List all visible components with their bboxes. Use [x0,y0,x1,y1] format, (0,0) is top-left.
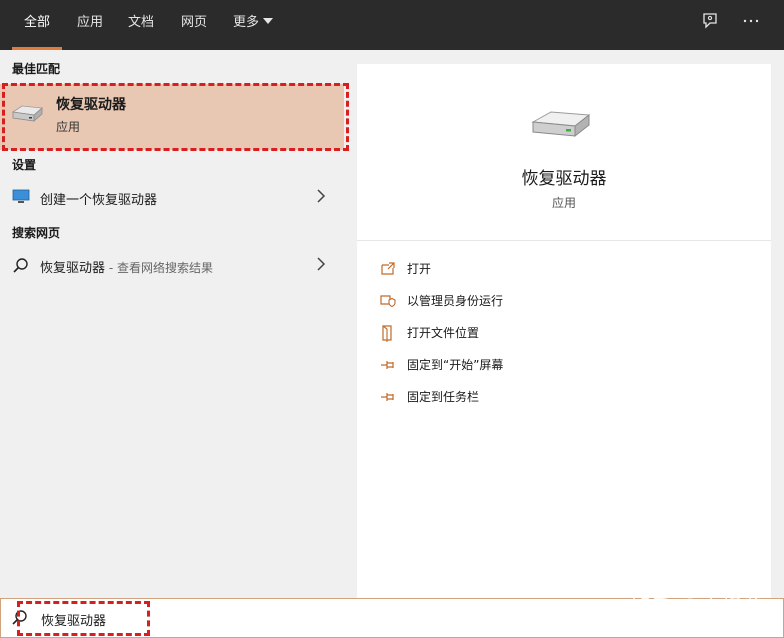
action-pin-to-start[interactable]: 固定到“开始”屏幕 [377,352,757,380]
divider [357,240,771,241]
search-icon [12,257,30,279]
action-open-file-location[interactable]: 打开文件位置 [377,320,757,348]
action-open[interactable]: 打开 [377,256,757,284]
best-match-item[interactable]: 恢复驱动器 应用 [0,84,347,150]
action-pin-to-taskbar-label: 固定到任务栏 [407,390,480,404]
pin-icon [379,388,397,406]
web-search-label: 恢复驱动器 - 查看网络搜索结果 [40,257,213,276]
tab-apps[interactable]: 应用 [77,0,103,50]
watermark: 知乎 @小怪兽 [630,594,764,618]
open-icon [379,260,397,278]
tab-more[interactable]: 更多 [233,0,274,50]
tab-web[interactable]: 网页 [181,0,207,50]
action-pin-to-start-label: 固定到“开始”屏幕 [407,358,504,372]
best-match-header: 最佳匹配 [12,62,61,76]
search-input[interactable]: 恢复驱动器 [41,610,106,629]
web-search-suffix: - 查看网络搜索结果 [105,261,213,275]
action-run-as-admin[interactable]: 以管理员身份运行 [377,288,757,316]
file-location-icon [379,324,397,342]
drive-icon [529,106,593,150]
search-icon [11,609,29,631]
settings-header: 设置 [12,158,37,172]
ellipsis-icon[interactable] [738,12,764,38]
best-match-subtitle: 应用 [56,120,81,134]
action-open-file-location-label: 打开文件位置 [407,326,480,340]
preview-pane: 恢复驱动器 应用 打开 以管理员身份运行 打开文件位置 固定到“开始”屏幕 固定… [357,64,771,598]
web-search-header: 搜索网页 [12,226,61,240]
pin-icon [379,356,397,374]
preview-subtitle: 应用 [551,196,576,210]
monitor-icon [12,189,30,209]
preview-title: 恢复驱动器 [521,169,607,189]
chevron-down-icon [263,18,274,24]
admin-shield-icon [379,292,397,310]
web-search-item[interactable]: 恢复驱动器 - 查看网络搜索结果 [0,250,344,280]
chevron-right-icon[interactable] [316,256,326,272]
settings-item-label: 创建一个恢复驱动器 [40,193,158,208]
chevron-right-icon[interactable] [316,188,326,204]
action-open-label: 打开 [407,262,432,276]
action-run-as-admin-label: 以管理员身份运行 [407,294,504,308]
drive-icon [10,102,44,132]
settings-item-create-recovery-drive[interactable]: 创建一个恢复驱动器 [0,182,344,212]
web-search-query: 恢复驱动器 [40,261,106,276]
feedback-icon[interactable] [697,12,723,38]
best-match-title: 恢复驱动器 [56,97,126,113]
tab-all[interactable]: 全部 [11,0,63,50]
action-pin-to-taskbar[interactable]: 固定到任务栏 [377,384,757,412]
search-filter-bar: 全部 应用 文档 网页 更多 [0,0,784,50]
tab-documents[interactable]: 文档 [128,0,154,50]
tab-more-label: 更多 [233,15,260,30]
